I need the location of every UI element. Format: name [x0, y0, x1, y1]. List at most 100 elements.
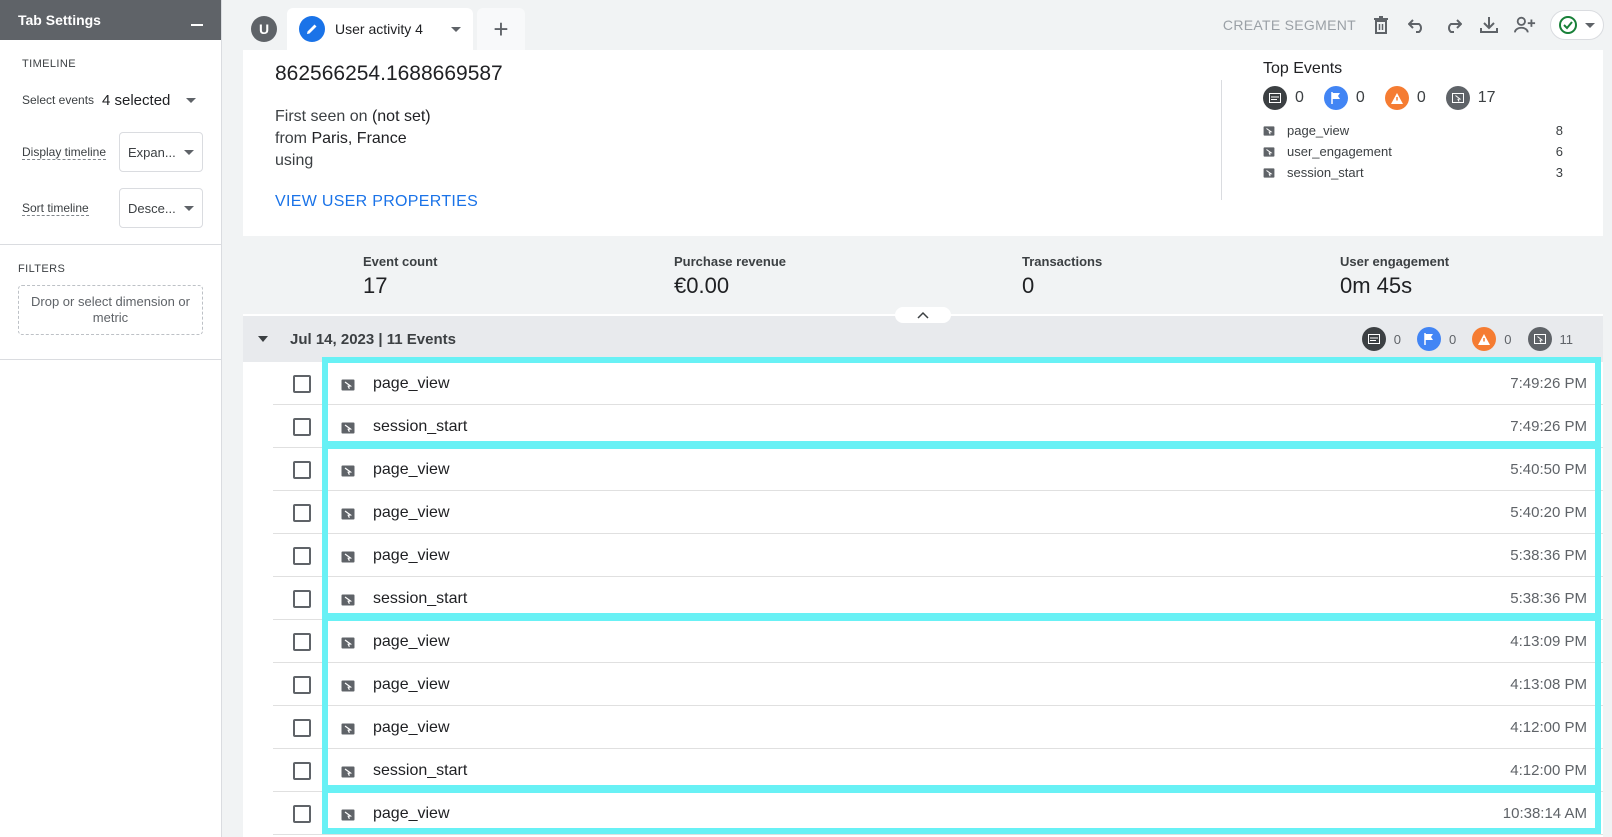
- event-name: page_view: [373, 546, 450, 564]
- redo-icon[interactable]: [1442, 14, 1464, 36]
- event-row[interactable]: session_start 4:12:00 PM: [243, 749, 1603, 792]
- top-event-count: 6: [1555, 144, 1563, 159]
- event-row[interactable]: page_view 5:38:36 PM: [243, 534, 1603, 577]
- metric-label: Event count: [363, 254, 438, 269]
- cursor-event-icon: [1263, 146, 1275, 157]
- cursor-event-icon: [341, 507, 355, 519]
- cursor-event-icon: [1263, 125, 1275, 136]
- count-grey: 17: [1477, 89, 1496, 106]
- event-time: 10:38:14 AM: [1502, 805, 1587, 822]
- event-time: 7:49:26 PM: [1510, 418, 1587, 435]
- event-name: session_start: [373, 589, 468, 607]
- event-row[interactable]: page_view 4:13:08 PM: [243, 663, 1603, 706]
- top-events-panel: Top Events 0 0 0 17 page_view 8 user_engag…: [1263, 60, 1563, 183]
- pencil-icon: [299, 16, 325, 42]
- select-events-dropdown[interactable]: 4 selected: [96, 92, 202, 109]
- avatar[interactable]: U: [251, 16, 277, 42]
- top-event-count: 8: [1555, 123, 1563, 138]
- row-divider: [273, 834, 1603, 835]
- view-user-properties-link[interactable]: VIEW USER PROPERTIES: [275, 193, 478, 211]
- event-row[interactable]: page_view 5:40:50 PM: [243, 448, 1603, 491]
- metrics-bar: Event count 17 Purchase revenue €0.00 Tr…: [243, 236, 1603, 314]
- filter-drop-zone[interactable]: Drop or select dimension or metric: [18, 285, 203, 335]
- cursor-event-icon: [1263, 167, 1275, 178]
- event-row[interactable]: page_view 7:49:26 PM: [243, 362, 1603, 405]
- event-row[interactable]: page_view 4:13:09 PM: [243, 620, 1603, 663]
- count-orange: 0: [1504, 331, 1512, 347]
- cursor-event-icon: [341, 550, 355, 562]
- cursor-event-icon: [341, 765, 355, 777]
- event-time: 4:12:00 PM: [1510, 719, 1587, 736]
- event-time: 5:38:36 PM: [1510, 590, 1587, 607]
- event-row[interactable]: page_view 10:38:14 AM: [243, 792, 1603, 835]
- save-status-dropdown[interactable]: [1550, 10, 1604, 40]
- cursor-event-icon: [1445, 86, 1470, 110]
- trash-icon[interactable]: [1370, 14, 1392, 36]
- event-checkbox[interactable]: [293, 632, 311, 651]
- user-id: 862566254.1688669587: [275, 62, 503, 85]
- event-checkbox[interactable]: [293, 761, 311, 780]
- chevron-down-icon: [184, 149, 194, 155]
- display-timeline-select[interactable]: Expan...: [119, 132, 203, 172]
- collapse-metrics-button[interactable]: [895, 307, 951, 323]
- event-checkbox[interactable]: [293, 503, 311, 522]
- metric-value: 0m 45s: [1340, 273, 1413, 298]
- event-checkbox[interactable]: [293, 718, 311, 737]
- create-segment-button[interactable]: CREATE SEGMENT: [1223, 17, 1356, 33]
- from-prefix: from: [275, 130, 307, 147]
- event-checkbox[interactable]: [293, 675, 311, 694]
- date-group-label: Jul 14, 2023 | 11 Events: [290, 330, 456, 348]
- date-group-counts: 0 0 0 11: [1361, 327, 1581, 351]
- metric-event-count: Event count 17: [243, 236, 551, 314]
- metric-transactions: Transactions 0: [902, 236, 1217, 314]
- event-name: session_start: [373, 417, 468, 435]
- undo-icon[interactable]: [1406, 14, 1428, 36]
- sort-timeline-select[interactable]: Desce...: [119, 188, 203, 228]
- event-checkbox[interactable]: [293, 804, 311, 823]
- event-row[interactable]: session_start 7:49:26 PM: [243, 405, 1603, 448]
- chevron-down-icon[interactable]: [451, 26, 461, 32]
- tab-settings-header: Tab Settings: [0, 0, 221, 40]
- user-explorer-main: 862566254.1688669587 First seen on (not …: [243, 50, 1603, 837]
- event-checkbox[interactable]: [293, 589, 311, 608]
- add-tab-button[interactable]: +: [477, 8, 525, 50]
- flag-icon: [1323, 86, 1348, 110]
- event-checkbox[interactable]: [293, 417, 311, 436]
- screen-view-icon: [1263, 86, 1287, 110]
- download-icon[interactable]: [1478, 14, 1500, 36]
- cursor-event-icon: [341, 636, 355, 648]
- minimize-icon[interactable]: [191, 24, 203, 26]
- top-events-title: Top Events: [1263, 60, 1343, 77]
- select-events-value: 4 selected: [102, 91, 171, 109]
- event-time: 4:13:09 PM: [1510, 633, 1587, 650]
- metric-label: User engagement: [1340, 254, 1450, 269]
- events-list: page_view 7:49:26 PM session_start 7:49:26 …: [243, 357, 1603, 835]
- share-user-icon[interactable]: [1514, 14, 1536, 36]
- metric-value: €0.00: [674, 273, 730, 298]
- event-time: 4:12:00 PM: [1510, 762, 1587, 779]
- chevron-up-icon: [917, 311, 929, 319]
- metric-purchase-revenue: Purchase revenue €0.00: [554, 236, 899, 314]
- event-row[interactable]: page_view 4:12:00 PM: [243, 706, 1603, 749]
- event-checkbox[interactable]: [293, 374, 311, 393]
- first-seen-prefix: First seen on: [275, 108, 368, 125]
- cursor-event-icon: [341, 421, 355, 433]
- event-checkbox[interactable]: [293, 546, 311, 565]
- event-name: page_view: [373, 460, 450, 478]
- display-timeline-label: Display timeline: [22, 144, 107, 160]
- count-blue: 0: [1449, 331, 1457, 347]
- expand-triangle-icon[interactable]: [258, 336, 268, 342]
- count-orange: 0: [1416, 89, 1426, 106]
- tab-settings-title: Tab Settings: [18, 12, 101, 28]
- user-meta: First seen on (not set) from Paris, Fran…: [275, 106, 431, 172]
- top-event-row: user_engagement 6: [1263, 141, 1563, 162]
- select-events-label: Select events: [22, 93, 95, 107]
- event-row[interactable]: session_start 5:38:36 PM: [243, 577, 1603, 620]
- tab-user-activity[interactable]: User activity 4: [287, 8, 473, 50]
- event-row[interactable]: page_view 5:40:20 PM: [243, 491, 1603, 534]
- metric-label: Purchase revenue: [674, 254, 787, 269]
- event-checkbox[interactable]: [293, 460, 311, 479]
- cursor-event-icon: [1527, 327, 1552, 351]
- event-name: page_view: [373, 675, 450, 693]
- chevron-down-icon: [186, 97, 197, 103]
